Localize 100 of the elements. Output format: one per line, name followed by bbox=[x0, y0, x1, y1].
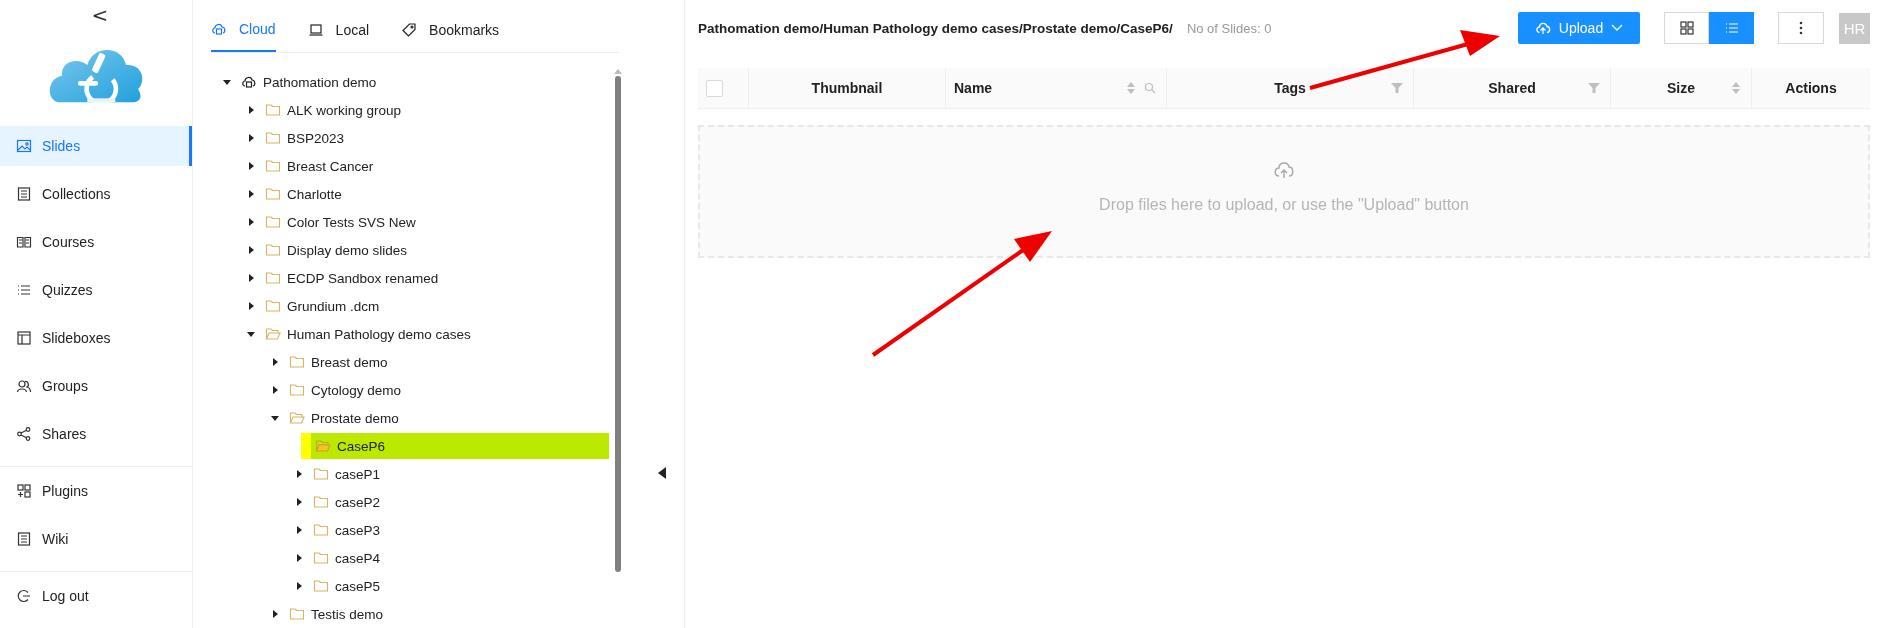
folder-icon bbox=[289, 354, 305, 370]
tree-node[interactable]: Display demo slides bbox=[263, 237, 408, 263]
caret-icon[interactable] bbox=[247, 190, 255, 198]
menu-item[interactable]: Wiki bbox=[0, 519, 192, 559]
drop-hint: Drop files here to upload, or use the "Upload" button bbox=[1099, 195, 1469, 214]
select-all-checkbox[interactable] bbox=[706, 79, 723, 97]
collapse-button[interactable]: < bbox=[83, 0, 117, 30]
folder-icon bbox=[265, 214, 281, 230]
caret-icon[interactable] bbox=[247, 274, 255, 282]
collapse-panel-icon[interactable] bbox=[657, 467, 666, 479]
tree-node[interactable]: Cytology demo bbox=[287, 377, 402, 403]
scrollbar-thumb[interactable] bbox=[615, 76, 621, 572]
column-header[interactable]: Thumbnail bbox=[811, 80, 883, 96]
menu-item[interactable]: Groups bbox=[0, 366, 192, 406]
caret-icon[interactable] bbox=[247, 134, 255, 142]
open-folder-icon bbox=[289, 410, 305, 426]
list-icon bbox=[16, 282, 32, 298]
caret-icon[interactable] bbox=[295, 582, 303, 590]
folder-icon bbox=[289, 606, 305, 622]
cloud-icon bbox=[241, 74, 257, 90]
caret-icon[interactable] bbox=[271, 610, 279, 618]
caret-icon[interactable] bbox=[295, 526, 303, 534]
folder-icon bbox=[265, 298, 281, 314]
folder-icon bbox=[265, 242, 281, 258]
caret-icon[interactable] bbox=[271, 386, 279, 394]
open-folder-icon bbox=[265, 326, 281, 342]
list-icon bbox=[1723, 20, 1740, 36]
menu-item[interactable]: Slideboxes bbox=[0, 318, 192, 358]
folder-icon bbox=[265, 270, 281, 286]
tab[interactable]: Bookmarks bbox=[401, 1, 500, 52]
slide-count: No of Slides: 0 bbox=[1186, 20, 1272, 36]
folder-icon bbox=[313, 466, 329, 482]
tree-node[interactable]: ALK working group bbox=[263, 97, 402, 123]
tree-node[interactable]: ECDP Sandbox renamed bbox=[263, 265, 439, 291]
caret-icon[interactable] bbox=[247, 302, 255, 310]
caret-icon[interactable] bbox=[247, 106, 255, 114]
column-header[interactable]: Size bbox=[1667, 80, 1695, 96]
menu-item[interactable]: Log out bbox=[0, 576, 192, 616]
book-icon bbox=[16, 234, 32, 250]
caret-icon[interactable] bbox=[295, 498, 303, 506]
tree-node[interactable]: Grundium .dcm bbox=[263, 293, 380, 319]
document-icon bbox=[16, 531, 32, 547]
caret-icon[interactable] bbox=[223, 78, 231, 86]
laptop-icon bbox=[307, 21, 324, 38]
tab[interactable]: Local bbox=[307, 1, 370, 52]
folder-icon bbox=[289, 382, 305, 398]
column-header[interactable]: Tags bbox=[1274, 80, 1306, 96]
tag-icon bbox=[401, 21, 418, 38]
tree-node[interactable]: Pathomation demo bbox=[239, 69, 377, 95]
column-header[interactable]: Actions bbox=[1785, 80, 1837, 96]
folder-icon bbox=[313, 578, 329, 594]
caret-icon[interactable] bbox=[271, 414, 279, 422]
folder-icon bbox=[313, 522, 329, 538]
caret-icon[interactable] bbox=[247, 218, 255, 226]
folder-icon bbox=[313, 494, 329, 510]
tree-node[interactable]: Breast Cancer bbox=[263, 153, 374, 179]
tree-node[interactable]: Testis demo bbox=[287, 601, 384, 627]
tab[interactable]: Cloud bbox=[211, 1, 276, 52]
menu-item[interactable]: Shares bbox=[0, 414, 192, 454]
grid-icon bbox=[1678, 20, 1695, 36]
caret-icon[interactable] bbox=[247, 246, 255, 254]
tree-node[interactable]: caseP3 bbox=[311, 517, 381, 543]
breadcrumb: Pathomation demo/Human Pathology demo cases/Prostate demo/CaseP6/ bbox=[698, 20, 1173, 36]
menu-item[interactable]: Quizzes bbox=[0, 270, 192, 310]
tree-node[interactable]: Prostate demo bbox=[287, 405, 399, 431]
caret-icon[interactable] bbox=[295, 554, 303, 562]
caret-icon[interactable] bbox=[295, 470, 303, 478]
menu-item[interactable]: Collections bbox=[0, 174, 192, 214]
scroll-up-icon bbox=[614, 68, 622, 74]
cloud-upload-icon bbox=[1273, 159, 1295, 180]
caret-icon[interactable] bbox=[247, 162, 255, 170]
tree-node[interactable]: BSP2023 bbox=[263, 125, 345, 151]
people-icon bbox=[16, 378, 32, 394]
tree-node[interactable]: Human Pathology demo cases bbox=[263, 321, 471, 347]
tree-node[interactable]: caseP4 bbox=[311, 545, 381, 571]
folder-icon bbox=[265, 130, 281, 146]
cloud-upload-icon bbox=[1534, 20, 1551, 36]
menu-item[interactable]: Slides bbox=[0, 126, 192, 166]
folder-icon bbox=[313, 550, 329, 566]
folder-icon bbox=[265, 102, 281, 118]
image-icon bbox=[16, 138, 32, 154]
caret-icon[interactable] bbox=[271, 358, 279, 366]
tree-node[interactable]: Charlotte bbox=[263, 181, 342, 207]
tree-node[interactable]: Breast demo bbox=[287, 349, 388, 375]
tree-node[interactable]: caseP5 bbox=[311, 573, 381, 599]
folder-icon bbox=[265, 158, 281, 174]
menu-item[interactable]: Courses bbox=[0, 222, 192, 262]
column-header[interactable]: Shared bbox=[1488, 80, 1536, 96]
column-header[interactable]: Name bbox=[954, 80, 993, 96]
logout-icon bbox=[16, 588, 32, 604]
menu-item[interactable]: Plugins bbox=[0, 471, 192, 511]
tree-node[interactable]: CaseP6 bbox=[301, 433, 609, 459]
more-icon bbox=[1799, 21, 1803, 35]
tree-node[interactable]: caseP2 bbox=[311, 489, 381, 515]
caret-icon[interactable] bbox=[247, 330, 255, 338]
share-icon bbox=[16, 426, 32, 442]
list-box-icon bbox=[16, 186, 32, 202]
tree-node[interactable]: Color Tests SVS New bbox=[263, 209, 416, 235]
tree-node[interactable]: caseP1 bbox=[311, 461, 381, 487]
chevron-down-icon bbox=[1611, 24, 1624, 32]
